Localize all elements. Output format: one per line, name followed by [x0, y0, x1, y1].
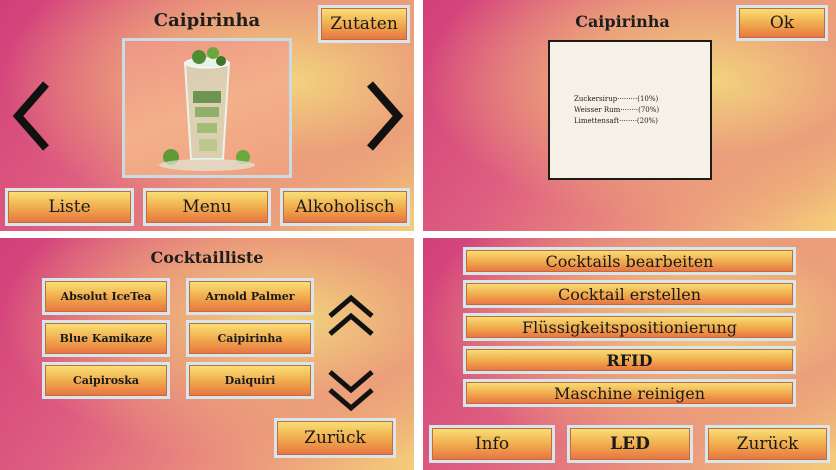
back-button[interactable]: Zurück: [274, 418, 396, 458]
screen-cocktail-view: Caipirinha Zutaten Liste Menu Alkoholisc…: [0, 0, 414, 231]
cocktail-image-frame: [122, 38, 292, 178]
list-item[interactable]: Absolut IceTea: [42, 278, 170, 315]
double-chevron-up-icon[interactable]: [326, 294, 376, 338]
chevron-right-icon[interactable]: [364, 80, 404, 152]
back-button[interactable]: Zurück: [705, 425, 830, 463]
screen-settings-menu: Cocktails bearbeiten Cocktail erstellen …: [423, 238, 836, 470]
menu-item-create-cocktail[interactable]: Cocktail erstellen: [463, 280, 796, 308]
menu-item-edit-cocktails[interactable]: Cocktails bearbeiten: [463, 247, 796, 275]
menu-item-clean-machine[interactable]: Maschine reinigen: [463, 379, 796, 407]
screen-cocktail-list: Cocktailliste Absolut IceTea Arnold Palm…: [0, 238, 414, 470]
ingredients-button[interactable]: Zutaten: [318, 5, 410, 43]
ingredient-line: Limettensaft········(20%): [574, 117, 658, 125]
ingredients-box: Zuckersirup·········(10%) Weisser Rum···…: [548, 40, 712, 180]
list-button[interactable]: Liste: [5, 188, 134, 226]
cocktail-glass-image: [159, 47, 255, 171]
led-button[interactable]: LED: [567, 425, 693, 463]
menu-button[interactable]: Menu: [143, 188, 271, 226]
ingredient-line: Weisser Rum········(70%): [574, 106, 660, 114]
ingredient-line: Zuckersirup·········(10%): [574, 95, 659, 103]
list-item[interactable]: Arnold Palmer: [186, 278, 314, 315]
alcoholic-button[interactable]: Alkoholisch: [280, 188, 410, 226]
list-item[interactable]: Caipiroska: [42, 362, 170, 399]
chevron-left-icon[interactable]: [12, 80, 52, 152]
list-item[interactable]: Daiquiri: [186, 362, 314, 399]
menu-item-liquid-positioning[interactable]: Flüssigkeitspositionierung: [463, 313, 796, 341]
info-button[interactable]: Info: [429, 425, 555, 463]
list-item[interactable]: Caipirinha: [186, 320, 314, 357]
screen-ingredients-view: Caipirinha Ok Zuckersirup·········(10%) …: [423, 0, 836, 231]
double-chevron-down-icon[interactable]: [326, 368, 376, 412]
menu-item-rfid[interactable]: RFID: [463, 346, 796, 374]
list-item[interactable]: Blue Kamikaze: [42, 320, 170, 357]
ok-button[interactable]: Ok: [736, 5, 828, 41]
page-title: Cocktailliste: [150, 248, 264, 267]
